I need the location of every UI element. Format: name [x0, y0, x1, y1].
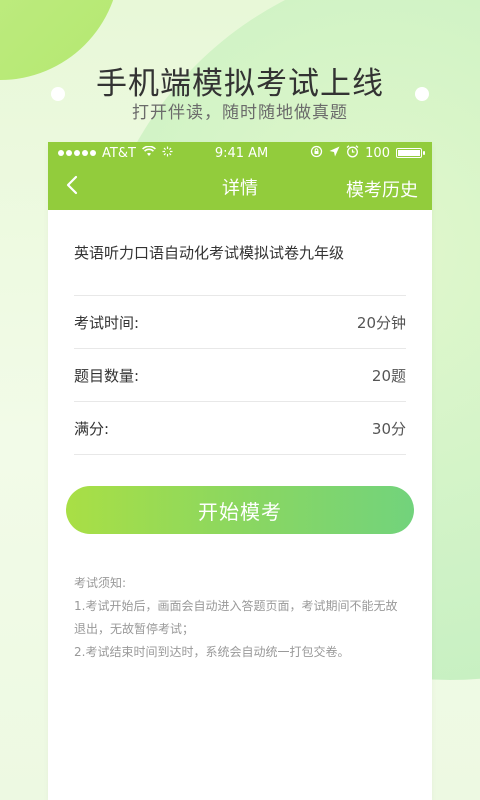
phone-screen: AT&T 9:41 AM 100 详情 模考历史 英语听力口语自动化考试模拟试卷… [48, 142, 432, 800]
status-right: 100 [310, 144, 425, 162]
exam-duration-label: 考试时间: [74, 313, 140, 332]
status-time: 9:41 AM [214, 145, 269, 161]
question-count-value: 20题 [371, 366, 406, 385]
exam-notes-line: 1.考试开始后，画面会自动进入答题页面，考试期间不能无故 [74, 599, 398, 613]
exam-title: 英语听力口语自动化考试模拟试卷九年级 [74, 244, 345, 262]
full-score-value: 30分 [371, 419, 406, 438]
exam-duration-value: 20分钟 [356, 313, 406, 332]
promo-canvas: 手机端模拟考试上线 打开伴读，随时随地做真题 AT&T 9:41 AM 100 … [0, 0, 480, 800]
battery-icon [395, 148, 425, 158]
exam-notes: 考试须知: 1.考试开始后，画面会自动进入答题页面，考试期间不能无故 退出，无故… [74, 572, 414, 664]
full-score-row: 满分: 30分 [74, 401, 406, 455]
navigation-bar: 详情 模考历史 [48, 164, 432, 210]
alarm-clock-icon [346, 144, 359, 162]
status-bar: AT&T 9:41 AM 100 [48, 142, 432, 164]
promo-subline: 打开伴读，随时随地做真题 [132, 103, 348, 123]
exam-notes-line: 退出，无故暂停考试； [74, 622, 195, 636]
exam-notes-line: 2.考试结束时间到达时，系统会自动统一打包交卷。 [74, 645, 350, 659]
wifi-icon [141, 145, 156, 161]
exam-duration-row: 考试时间: 20分钟 [74, 295, 406, 348]
signal-strength-icon [58, 150, 96, 156]
question-count-label: 题目数量: [74, 366, 140, 385]
exam-history-link[interactable]: 模考历史 [346, 176, 418, 202]
rotation-lock-icon [310, 145, 323, 162]
activity-spinner-icon [162, 146, 173, 161]
location-arrow-icon [329, 146, 340, 161]
exam-info-list: 考试时间: 20分钟 题目数量: 20题 满分: 30分 [48, 295, 432, 455]
promo-headline: 手机端模拟考试上线 [96, 66, 384, 102]
battery-percent: 100 [365, 145, 390, 161]
start-mock-exam-button[interactable]: 开始模考 [66, 486, 414, 534]
carrier-label: AT&T [102, 145, 136, 161]
exam-notes-title: 考试须知: [74, 576, 127, 590]
full-score-label: 满分: [74, 419, 110, 438]
question-count-row: 题目数量: 20题 [74, 348, 406, 401]
status-left: AT&T [58, 145, 173, 161]
